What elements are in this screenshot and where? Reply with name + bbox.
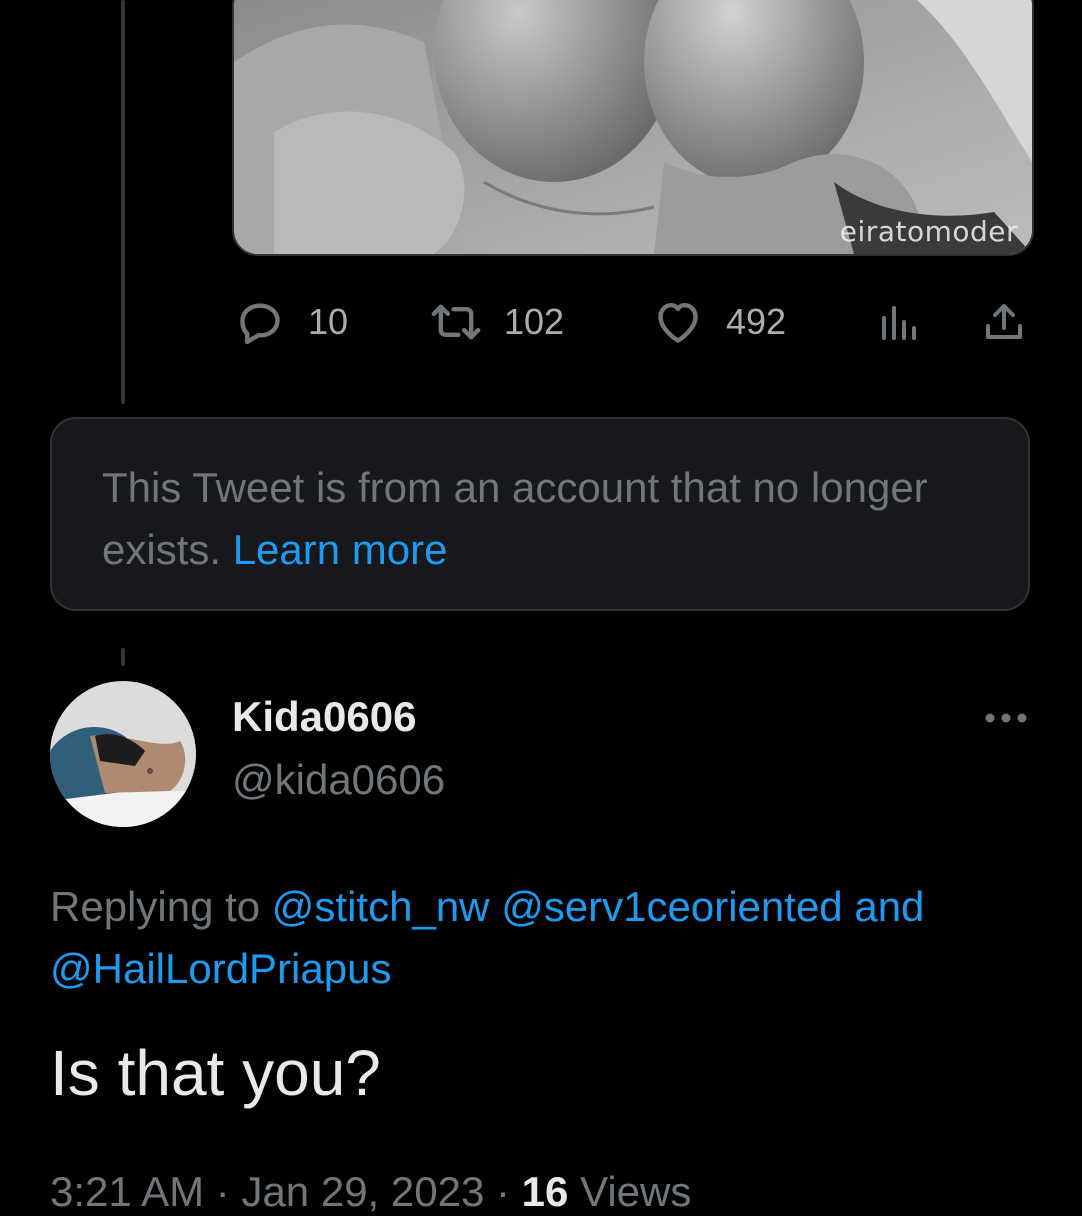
- reply-count: 10: [308, 301, 349, 342]
- analytics-button[interactable]: [876, 292, 924, 352]
- mention-conjunction[interactable]: and: [854, 883, 924, 930]
- more-options-button[interactable]: [982, 700, 1030, 740]
- share-button[interactable]: [980, 292, 1028, 352]
- replying-prefix: Replying to: [50, 883, 261, 930]
- tweet-meta: 3:21 AM · Jan 29, 2023 · 16 Views: [50, 1168, 691, 1216]
- meta-separator-2: ·: [496, 1168, 510, 1215]
- retweet-icon: [428, 294, 484, 350]
- mention-haillordpriapus[interactable]: @HailLordPriapus: [50, 945, 391, 992]
- unavailable-tweet-notice: This Tweet is from an account that no lo…: [50, 417, 1030, 611]
- avatar[interactable]: [50, 681, 196, 827]
- mention-stitch-nw[interactable]: @stitch_nw: [272, 883, 490, 930]
- analytics-icon: [876, 298, 924, 346]
- thread-line-top: [121, 0, 125, 404]
- retweet-button[interactable]: 102: [428, 292, 564, 352]
- tweet-time[interactable]: 3:21 AM: [50, 1168, 204, 1215]
- learn-more-link[interactable]: Learn more: [233, 526, 448, 573]
- retweet-count: 102: [504, 301, 565, 342]
- views-label: Views: [580, 1168, 692, 1215]
- like-count: 492: [726, 301, 787, 342]
- like-button[interactable]: 492: [650, 292, 786, 352]
- share-icon: [980, 298, 1028, 346]
- user-handle[interactable]: @kida0606: [232, 756, 445, 804]
- views-count: 16: [521, 1168, 569, 1215]
- mention-serv1ceoriented[interactable]: @serv1ceoriented: [501, 883, 842, 930]
- display-name[interactable]: Kida0606: [232, 693, 416, 741]
- tweet-action-bar: 10 102 492: [232, 292, 1032, 352]
- tweet-date[interactable]: Jan 29, 2023: [241, 1168, 484, 1215]
- thread-line-bottom: [121, 648, 125, 666]
- tweet-media-image[interactable]: eiratomoder: [232, 0, 1034, 256]
- notice-text: This Tweet is from an account that no lo…: [102, 464, 928, 573]
- reply-icon: [232, 294, 288, 350]
- replying-to: Replying to @stitch_nw @serv1ceoriented …: [50, 876, 1040, 1000]
- reply-button[interactable]: 10: [232, 292, 348, 352]
- media-watermark: eiratomoder: [839, 215, 1018, 248]
- meta-separator-1: ·: [215, 1168, 230, 1215]
- tweet-text: Is that you?: [50, 1037, 381, 1109]
- like-icon: [650, 294, 706, 350]
- more-icon: [984, 711, 1028, 729]
